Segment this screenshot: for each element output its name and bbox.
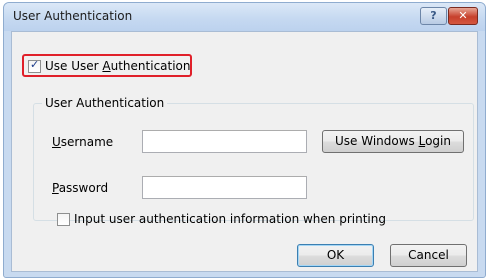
password-input[interactable] — [142, 176, 307, 199]
password-label-rest: assword — [58, 181, 109, 195]
use-auth-label[interactable]: Use User Authentication — [45, 59, 191, 73]
use-auth-label-accel: A — [102, 59, 111, 73]
check-icon: ✓ — [30, 58, 40, 71]
username-label-accel: U — [52, 135, 61, 149]
input-when-printing-label[interactable]: Input user authentication information wh… — [74, 212, 386, 226]
use-auth-label-suffix: uthentication — [110, 59, 191, 73]
windows-login-prefix: Use Windows — [334, 134, 419, 148]
input-when-printing-checkbox[interactable] — [57, 213, 70, 226]
close-button[interactable]: ✕ — [448, 7, 478, 25]
group-title: User Authentication — [42, 96, 168, 110]
cancel-button[interactable]: Cancel — [390, 244, 467, 267]
ok-button[interactable]: OK — [297, 244, 374, 267]
username-label-rest: sername — [60, 135, 114, 149]
password-label: Password — [52, 181, 108, 195]
help-icon: ? — [430, 9, 437, 22]
use-windows-login-button[interactable]: Use Windows Login — [322, 130, 464, 153]
username-input[interactable] — [142, 130, 307, 153]
username-label: Username — [52, 135, 113, 149]
dialog-window: User Authentication ? ✕ ✓ Use User Authe… — [3, 2, 486, 278]
title-bar[interactable]: User Authentication ? ✕ — [4, 3, 485, 31]
dialog-title: User Authentication — [13, 9, 133, 23]
windows-login-suffix: ogin — [425, 134, 451, 148]
close-icon: ✕ — [458, 9, 468, 22]
use-auth-label-prefix: Use User — [45, 59, 103, 73]
password-label-accel: P — [52, 181, 59, 195]
help-button[interactable]: ? — [420, 7, 447, 25]
auth-groupbox — [33, 103, 474, 221]
dialog-body: ✓ Use User Authentication User Authentic… — [11, 31, 478, 272]
use-auth-checkbox[interactable]: ✓ — [28, 58, 41, 73]
